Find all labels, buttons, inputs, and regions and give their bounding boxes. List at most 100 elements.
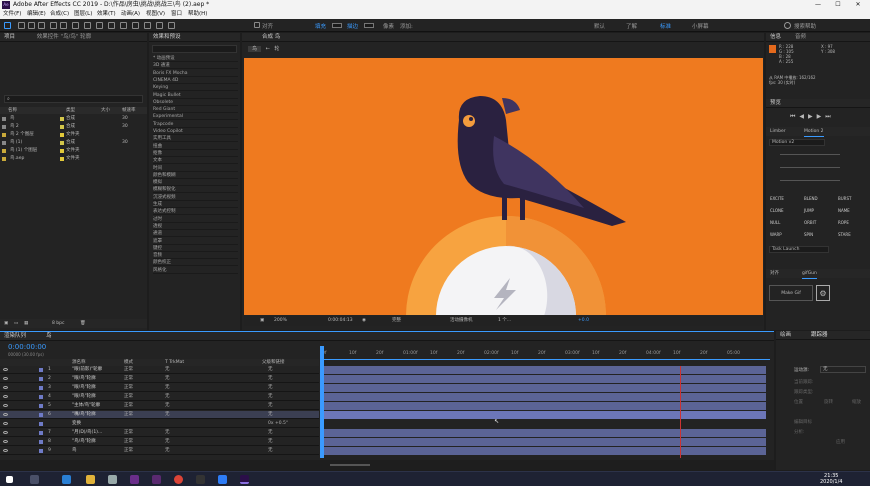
layer-name[interactable]: "嘴/鸟"轮廓 <box>72 411 96 419</box>
timeline-layer-row[interactable]: 3 "眼/鸟"轮廓 正常 无 无 <box>0 384 319 392</box>
fill-swatch[interactable] <box>332 23 342 28</box>
effect-category-item[interactable]: 模糊和锐化 <box>153 187 238 194</box>
col-type[interactable]: 类型 <box>66 107 75 114</box>
slider-track[interactable] <box>780 154 840 155</box>
col-mode[interactable]: 模式 <box>124 359 133 366</box>
type-tool-icon[interactable] <box>108 22 115 29</box>
puppet-pin-tool-icon[interactable] <box>168 22 175 29</box>
trkmat-dropdown[interactable]: 无 <box>165 402 170 410</box>
first-frame-icon[interactable]: ⏮ <box>790 113 799 120</box>
stare-button[interactable]: STARE <box>838 232 851 237</box>
breadcrumb-root[interactable]: 鸟 <box>248 46 262 52</box>
null-button[interactable]: NULL <box>770 220 780 225</box>
label-color-swatch[interactable] <box>60 133 64 137</box>
effect-category-item[interactable]: 文本 <box>153 158 238 165</box>
stroke-swatch[interactable] <box>364 23 374 28</box>
col-parent[interactable]: 父级和链接 <box>262 359 285 366</box>
label-color-swatch[interactable] <box>39 377 43 381</box>
trkmat-dropdown[interactable]: 无 <box>165 411 170 419</box>
clone-stamp-tool-icon[interactable] <box>132 22 139 29</box>
timeline-timecode[interactable]: 0:00:00:00 <box>8 343 46 351</box>
layer-name[interactable]: "鸟/鸟"轮廓 <box>72 438 96 446</box>
app-icon[interactable] <box>196 475 205 484</box>
layer-name[interactable]: "月(D)/鸟(1)... <box>72 429 102 437</box>
label-color-swatch[interactable] <box>60 125 64 129</box>
breadcrumb-child[interactable]: 轮 <box>274 46 279 52</box>
tab-render-queue[interactable]: 渲染队列 <box>4 333 26 339</box>
close-button[interactable]: ✕ <box>850 0 866 10</box>
zoom-dropdown[interactable]: 200% <box>274 316 287 326</box>
layer-name[interactable]: "眼/鸟"轮廓 <box>72 393 96 401</box>
effect-category-item[interactable]: 表达式控制 <box>153 209 238 216</box>
timeline-layer-row[interactable]: 6 "嘴/鸟"轮廓 正常 无 无 <box>0 411 319 419</box>
app-icon[interactable] <box>218 475 227 484</box>
blend-mode-dropdown[interactable]: 正常 <box>124 375 133 383</box>
xd-icon[interactable] <box>152 475 161 484</box>
eye-icon[interactable] <box>3 440 8 443</box>
tab-comp-bird[interactable]: 鸟 <box>46 333 52 339</box>
parent-dropdown[interactable]: 无 <box>268 393 273 401</box>
effect-category-item[interactable]: Red Giant <box>153 107 238 114</box>
workspace-standard[interactable]: 标准 <box>660 22 671 30</box>
eye-icon[interactable] <box>3 422 8 425</box>
timeline-layer-row[interactable]: 9 鸟 正常 无 无 <box>0 447 319 455</box>
effect-category-item[interactable]: 实用工具 <box>153 136 238 143</box>
effect-category-item[interactable]: 3D 通道 <box>153 63 238 70</box>
new-comp-icon[interactable]: ▦ <box>24 319 28 328</box>
effects-search-input[interactable] <box>152 45 237 53</box>
tab-composition[interactable]: 合成 鸟 <box>242 33 764 42</box>
menu-help[interactable]: 帮助(H) <box>188 10 207 19</box>
blend-mode-dropdown[interactable]: 正常 <box>124 438 133 446</box>
start-icon[interactable] <box>6 476 13 483</box>
search-help-input[interactable]: 搜索帮助 <box>794 22 816 30</box>
warp-button[interactable]: WARP <box>770 232 782 237</box>
blend-mode-dropdown[interactable]: 正常 <box>124 366 133 374</box>
photoshop-icon[interactable] <box>130 475 139 484</box>
parent-dropdown[interactable]: 无 <box>268 429 273 437</box>
slider-track[interactable] <box>780 180 840 181</box>
layer-name[interactable]: 鸟 <box>72 447 77 455</box>
effect-category-item[interactable]: 键控 <box>153 246 238 252</box>
task-launch-dropdown[interactable]: Task Launch <box>769 246 829 253</box>
add-label[interactable]: 添加: <box>400 22 413 30</box>
label-color-swatch[interactable] <box>39 422 43 426</box>
effect-category-item[interactable]: 时间 <box>153 166 238 172</box>
jump-button[interactable]: JUMP <box>804 208 814 213</box>
task-view-icon[interactable] <box>30 475 39 484</box>
edit-target-button[interactable]: 编辑目标 <box>794 419 812 425</box>
home-icon[interactable] <box>4 22 11 29</box>
minimize-button[interactable]: — <box>810 0 826 10</box>
effect-category-item[interactable]: 风格化 <box>153 268 238 274</box>
orbit-button[interactable]: ORBIT <box>804 220 816 225</box>
layer-name[interactable]: "眼/鸟"轮廓 <box>72 384 96 392</box>
menu-edit[interactable]: 编辑(E) <box>27 10 46 19</box>
selection-tool-icon[interactable] <box>18 22 25 29</box>
pan-behind-tool-icon[interactable] <box>72 22 79 29</box>
label-color-swatch[interactable] <box>39 395 43 399</box>
label-color-swatch[interactable] <box>60 157 64 161</box>
list-item[interactable]: 鸟.aep 文件夹 <box>0 156 147 162</box>
trkmat-dropdown[interactable]: 无 <box>165 375 170 383</box>
gear-icon[interactable]: ⚙ <box>816 285 830 301</box>
camera-dropdown[interactable]: 活动摄像机 <box>450 316 473 326</box>
layer-name[interactable]: "主体/鸟"轮廓 <box>72 402 100 410</box>
parent-dropdown[interactable]: 无 <box>268 411 273 419</box>
tab-project[interactable]: 项目 <box>4 34 15 40</box>
tab-effects-presets[interactable]: 效果和预设 <box>149 33 240 42</box>
blend-button[interactable]: BLEND <box>804 196 818 201</box>
slider-track[interactable] <box>780 167 840 168</box>
label-color-swatch[interactable] <box>39 413 43 417</box>
scale-checkbox[interactable]: 缩放 <box>852 399 861 405</box>
hand-tool-icon[interactable] <box>28 22 35 29</box>
effect-category-item[interactable]: 透视 <box>153 224 238 230</box>
effect-category-item[interactable]: Obsolete <box>153 100 238 106</box>
trkmat-dropdown[interactable]: 无 <box>165 447 170 455</box>
position-checkbox[interactable]: 位置 <box>794 399 803 405</box>
stroke-label[interactable]: 描边 <box>347 22 358 30</box>
effect-category-item[interactable]: 通道 <box>153 231 238 238</box>
blend-mode-dropdown[interactable]: 正常 <box>124 384 133 392</box>
tab-align[interactable]: 对齐 <box>770 269 779 278</box>
col-fps[interactable]: 帧速率 <box>122 107 136 114</box>
col-trkmat[interactable]: T TrkMat <box>165 359 184 366</box>
effect-category-item[interactable]: 音频 <box>153 253 238 260</box>
